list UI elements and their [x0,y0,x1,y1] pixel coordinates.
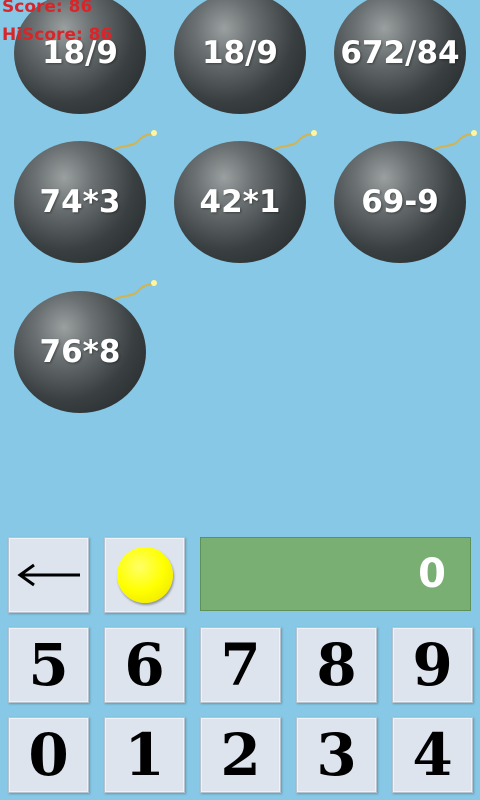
bomb: 18/9 [174,0,306,114]
yellow-dot-icon [116,547,173,603]
backspace-button[interactable] [8,537,89,613]
bomb-expression: 42*1 [199,184,281,220]
hiscore-label: HiScore: 86 [2,25,113,45]
bomb: 18/9 [14,0,146,114]
digit-key-7[interactable]: 7 [200,627,281,703]
bomb: 672/84 [334,0,466,114]
score-label: Score: 86 [2,0,93,17]
digit-key-8[interactable]: 8 [296,627,377,703]
digit-label: 3 [316,721,357,789]
bomb-expression: 74*3 [39,184,121,220]
bomb-expression: 672/84 [340,35,460,71]
digit-label: 4 [412,721,453,789]
digit-label: 7 [220,631,261,699]
digit-label: 9 [412,631,453,699]
digit-label: 6 [124,631,165,699]
bomb: 69-9 [334,130,477,263]
bomb: 74*3 [14,130,157,263]
digit-key-3[interactable]: 3 [296,717,377,793]
bomb: 42*1 [174,130,317,263]
bomb-expression: 69-9 [361,184,439,220]
digit-key-5[interactable]: 5 [8,627,89,703]
bomb-expression: 76*8 [39,334,121,370]
digit-label: 0 [28,721,69,789]
digit-key-9[interactable]: 9 [392,627,473,703]
digit-key-6[interactable]: 6 [104,627,185,703]
digit-key-0[interactable]: 0 [8,717,89,793]
bomb-expression: 18/9 [201,35,279,71]
digit-label: 8 [316,631,357,699]
digit-key-4[interactable]: 4 [392,717,473,793]
left-arrow-icon [16,563,80,587]
answer-value: 0 [418,551,446,597]
clear-button[interactable] [104,537,185,613]
answer-display: 0 [200,537,471,611]
bomb: 76*8 [14,280,157,413]
digit-key-1[interactable]: 1 [104,717,185,793]
digit-label: 2 [220,721,261,789]
bomb-expression: 18/9 [41,35,119,71]
digit-label: 1 [124,721,165,789]
digit-key-2[interactable]: 2 [200,717,281,793]
digit-label: 5 [28,631,69,699]
